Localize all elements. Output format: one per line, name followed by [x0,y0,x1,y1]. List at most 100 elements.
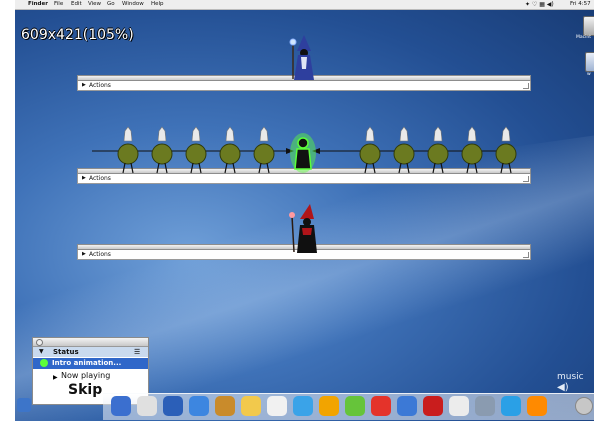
red-wizard-sprite[interactable] [288,204,322,254]
soldier-sprite[interactable] [495,126,517,174]
leg [190,162,194,174]
soldier-sprite[interactable] [117,126,139,174]
trash-icon[interactable] [575,397,593,415]
music-label: music [557,372,584,382]
dock-app-icon[interactable] [137,396,157,416]
menu-clock: Fri 4:57 [570,1,591,7]
glowing-figure-body [294,148,312,170]
dock [103,393,594,420]
actions-label: Actions [89,82,111,89]
dock-app-icon[interactable] [501,396,521,416]
staff-orb [289,38,297,46]
menu-view[interactable]: View [88,0,101,9]
staff-orb [289,212,295,218]
dock-app-icon[interactable] [397,396,417,416]
helmet [467,126,477,142]
speaker-icon: ◀) [557,382,569,393]
shield [219,143,241,165]
menu-edit[interactable]: Edit [71,0,82,9]
disclosure-triangle-icon: ▶ [82,82,86,88]
status-dot-icon [40,359,48,367]
shield [393,143,415,165]
music-toggle[interactable]: music ◀) [557,372,594,393]
status-header[interactable]: ▼ Status ☰ [33,347,148,357]
document-icon[interactable] [585,52,594,72]
soldier-sprite[interactable] [253,126,275,174]
shield [253,143,275,165]
list-options-icon[interactable]: ☰ [134,347,140,357]
leg [364,162,368,174]
status-titlebar[interactable] [33,338,148,347]
current-item-label: Intro animation... [52,359,122,367]
actions-disclosure[interactable]: ▶ Actions [77,81,531,91]
glowing-figure-head [297,137,309,149]
dock-app-icon[interactable] [449,396,469,416]
menu-file[interactable]: File [54,0,63,9]
menu-extras-icons[interactable]: ✦ ♡ ▦ ◀) [525,0,554,9]
close-icon[interactable] [36,339,43,346]
menu-window[interactable]: Window [122,0,144,9]
helmet [399,126,409,142]
hard-drive-icon[interactable] [583,16,594,36]
blue-wizard-sprite[interactable] [287,35,319,81]
current-item-row[interactable]: Intro animation... [33,358,148,369]
shield [495,143,517,165]
dock-app-icon[interactable] [423,396,443,416]
soldier-sprite[interactable] [427,126,449,174]
dock-app-icon[interactable] [189,396,209,416]
leg [440,162,444,174]
dock-app-icon[interactable] [241,396,261,416]
leg [266,162,270,174]
dock-app-icon[interactable] [319,396,339,416]
dock-app-icon[interactable] [215,396,235,416]
resize-handle-icon[interactable] [523,83,529,89]
helmet [259,126,269,142]
helmet [123,126,133,142]
now-playing-label: Now playing [61,371,111,380]
dock-app-icon[interactable] [163,396,183,416]
helmet [501,126,511,142]
helmet [191,126,201,142]
wizard-hat [297,35,311,51]
soldier-sprite[interactable] [185,126,207,174]
dock-app-icon[interactable] [293,396,313,416]
hard-drive-label: Macint [576,35,591,40]
leg [156,162,160,174]
leg [258,162,262,174]
soldier-sprite[interactable] [393,126,415,174]
dock-app-icon[interactable] [267,396,287,416]
menu-finder[interactable]: Finder [28,0,48,9]
leg [122,162,126,174]
shield [117,143,139,165]
leg [372,162,376,174]
leg [432,162,436,174]
helmet [433,126,443,142]
wizard-beard [301,57,307,69]
play-triangle-icon: ▶ [53,374,58,381]
resolution-label: 609x421(105%) [21,27,134,43]
dock-app-icon[interactable] [371,396,391,416]
menu-go[interactable]: Go [107,0,115,9]
dock-app-icon[interactable] [345,396,365,416]
shield [461,143,483,165]
skip-button[interactable]: Skip [68,382,102,398]
soldier-sprite[interactable] [461,126,483,174]
leg [406,162,410,174]
soldier-sprite[interactable] [219,126,241,174]
leg [164,162,168,174]
leg [474,162,478,174]
dock-app-icon[interactable] [475,396,495,416]
dock-app-icon[interactable] [111,396,131,416]
finder-icon[interactable] [17,398,31,412]
soldier-sprite[interactable] [359,126,381,174]
soldier-sprite[interactable] [151,126,173,174]
leg [398,162,402,174]
wizard-staff [291,215,295,253]
dock-app-icon[interactable] [527,396,547,416]
shield [151,143,173,165]
menu-help[interactable]: Help [151,0,164,9]
status-title: Status [53,348,79,356]
resize-handle-icon[interactable] [523,252,529,258]
shield [427,143,449,165]
disclosure-triangle-icon: ▶ [82,175,86,181]
